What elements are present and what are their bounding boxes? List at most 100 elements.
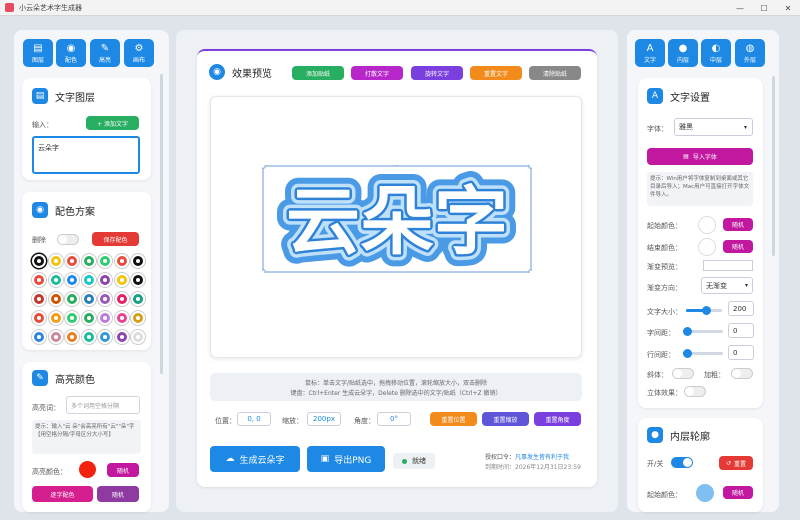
end-random-button[interactable]: 随机 xyxy=(723,240,753,253)
scale-field[interactable]: 200px xyxy=(307,412,341,426)
line-spacing-field[interactable]: 0 xyxy=(728,345,754,360)
color-swatch[interactable] xyxy=(98,330,112,344)
color-swatch[interactable] xyxy=(114,292,129,306)
inner-outline-toggle[interactable] xyxy=(671,457,693,468)
left-scrollbar[interactable] xyxy=(160,74,163,374)
reset-angle-button[interactable]: 重置角度 xyxy=(534,412,581,426)
save-palette-button[interactable]: 保存配色 xyxy=(92,232,139,246)
color-swatch[interactable] xyxy=(81,273,96,287)
close-button[interactable]: ✕ xyxy=(776,0,800,16)
spacing-slider[interactable] xyxy=(683,327,723,336)
delete-toggle[interactable] xyxy=(57,234,79,245)
minimize-button[interactable]: — xyxy=(728,0,752,16)
color-swatch[interactable] xyxy=(81,254,96,268)
start-random-button[interactable]: 随机 xyxy=(723,218,753,231)
color-swatch[interactable] xyxy=(98,311,112,325)
color-swatch[interactable] xyxy=(32,292,46,306)
tab-outer[interactable]: ◍ 外层 xyxy=(735,39,765,67)
add-sticker-button[interactable]: 添加贴纸 xyxy=(292,66,344,80)
tab-layers[interactable]: ▤ 图层 xyxy=(23,39,53,67)
color-swatch[interactable] xyxy=(98,273,112,287)
tab-middle[interactable]: ◐ 中层 xyxy=(701,39,731,67)
export-png-button[interactable]: ▣ 导出PNG xyxy=(307,446,385,472)
size-field[interactable]: 200 xyxy=(728,301,754,316)
char-color-button[interactable]: 逐字配色 xyxy=(32,486,93,502)
italic-toggle[interactable] xyxy=(672,368,694,379)
text-input[interactable]: 云朵字 xyxy=(32,136,140,174)
pen-icon: ✎ xyxy=(32,370,48,386)
highlight-random-button[interactable]: 随机 xyxy=(107,463,139,477)
reset-position-button[interactable]: 重置位置 xyxy=(430,412,477,426)
tab-palette[interactable]: ◉ 配色 xyxy=(56,39,86,67)
rotate-text-button[interactable]: 旋转文字 xyxy=(411,66,463,80)
random-button[interactable]: 随机 xyxy=(97,486,139,502)
swatch-center xyxy=(37,297,41,301)
bold-toggle[interactable] xyxy=(731,368,753,379)
inner-random-button[interactable]: 随机 xyxy=(723,486,753,499)
color-swatch[interactable] xyxy=(48,254,63,268)
clear-stickers-button[interactable]: 清除贴纸 xyxy=(529,66,581,80)
tab-highlight[interactable]: ✎ 高亮 xyxy=(90,39,120,67)
font-select[interactable]: 雅黑 ▾ xyxy=(674,118,753,136)
section-title: 内层轮廓 xyxy=(670,431,710,443)
color-swatch[interactable] xyxy=(131,273,145,287)
reset-text-button[interactable]: 重置文字 xyxy=(470,66,522,80)
preview-title: 效果预览 xyxy=(232,68,272,80)
spacing-field[interactable]: 0 xyxy=(728,323,754,338)
add-text-button[interactable]: + 添加文字 xyxy=(86,116,139,130)
color-swatch[interactable] xyxy=(114,330,129,344)
color-swatch[interactable] xyxy=(65,292,79,306)
color-swatch[interactable] xyxy=(131,330,145,344)
color-swatch[interactable] xyxy=(32,254,46,268)
swatch-center xyxy=(53,297,58,301)
highlight-word-label: 高亮词： xyxy=(32,404,60,412)
color-swatch[interactable] xyxy=(65,273,79,287)
color-swatch[interactable] xyxy=(98,292,112,306)
color-swatch[interactable] xyxy=(131,292,145,306)
line-spacing-slider[interactable] xyxy=(683,349,723,358)
color-swatch[interactable] xyxy=(114,273,129,287)
3d-effect-toggle[interactable] xyxy=(684,386,706,397)
color-swatch[interactable] xyxy=(81,292,96,306)
tab-inner[interactable]: ● 内层 xyxy=(668,39,698,67)
color-swatch[interactable] xyxy=(98,254,112,268)
color-swatch[interactable] xyxy=(65,311,79,325)
cloud-text-art[interactable]: 云朵字 云朵字 云朵字 云朵字 xyxy=(262,165,532,273)
color-swatch[interactable] xyxy=(131,254,145,268)
end-color-swatch[interactable] xyxy=(698,238,716,256)
position-field[interactable]: 0, 0 xyxy=(237,412,271,426)
right-scrollbar[interactable] xyxy=(772,76,775,256)
color-swatch[interactable] xyxy=(32,311,46,325)
color-swatch[interactable] xyxy=(131,311,145,325)
scatter-text-button[interactable]: 打散文字 xyxy=(351,66,403,80)
highlight-color-swatch[interactable] xyxy=(79,461,96,478)
color-swatch[interactable] xyxy=(48,273,63,287)
highlight-word-input[interactable]: 多个词用空格分隔 xyxy=(66,396,140,414)
color-swatch[interactable] xyxy=(48,311,63,325)
gradient-direction-select[interactable]: 无渐变 ▾ xyxy=(701,277,753,294)
color-swatch[interactable] xyxy=(81,330,96,344)
color-swatch[interactable] xyxy=(65,254,79,268)
expire-line: 到期时间：2026年12月31日23:59 xyxy=(485,464,581,471)
color-swatch[interactable] xyxy=(32,273,46,287)
generate-button[interactable]: ☁ 生成云朵字 xyxy=(210,446,300,472)
import-font-button[interactable]: ▤ 导入字体 xyxy=(647,148,753,165)
color-swatch[interactable] xyxy=(32,330,46,344)
color-swatch[interactable] xyxy=(81,311,96,325)
angle-field[interactable]: 0° xyxy=(377,412,411,426)
size-slider[interactable] xyxy=(686,306,722,315)
reset-scale-button[interactable]: 重置缩放 xyxy=(482,412,529,426)
swatch-center xyxy=(70,259,74,263)
color-swatch[interactable] xyxy=(48,330,63,344)
maximize-button[interactable]: ☐ xyxy=(752,0,776,16)
inner-start-color-swatch[interactable] xyxy=(696,484,714,502)
gradient-preview-label: 渐变预览： xyxy=(647,263,682,271)
color-swatch[interactable] xyxy=(65,330,79,344)
tab-text[interactable]: A 文字 xyxy=(635,39,665,67)
tab-canvas[interactable]: ⚙ 画布 xyxy=(124,39,154,67)
start-color-swatch[interactable] xyxy=(698,216,716,234)
color-swatch[interactable] xyxy=(48,292,63,306)
color-swatch[interactable] xyxy=(114,254,129,268)
color-swatch[interactable] xyxy=(114,311,129,325)
inner-reset-button[interactable]: ↺ 重置 xyxy=(719,456,753,470)
